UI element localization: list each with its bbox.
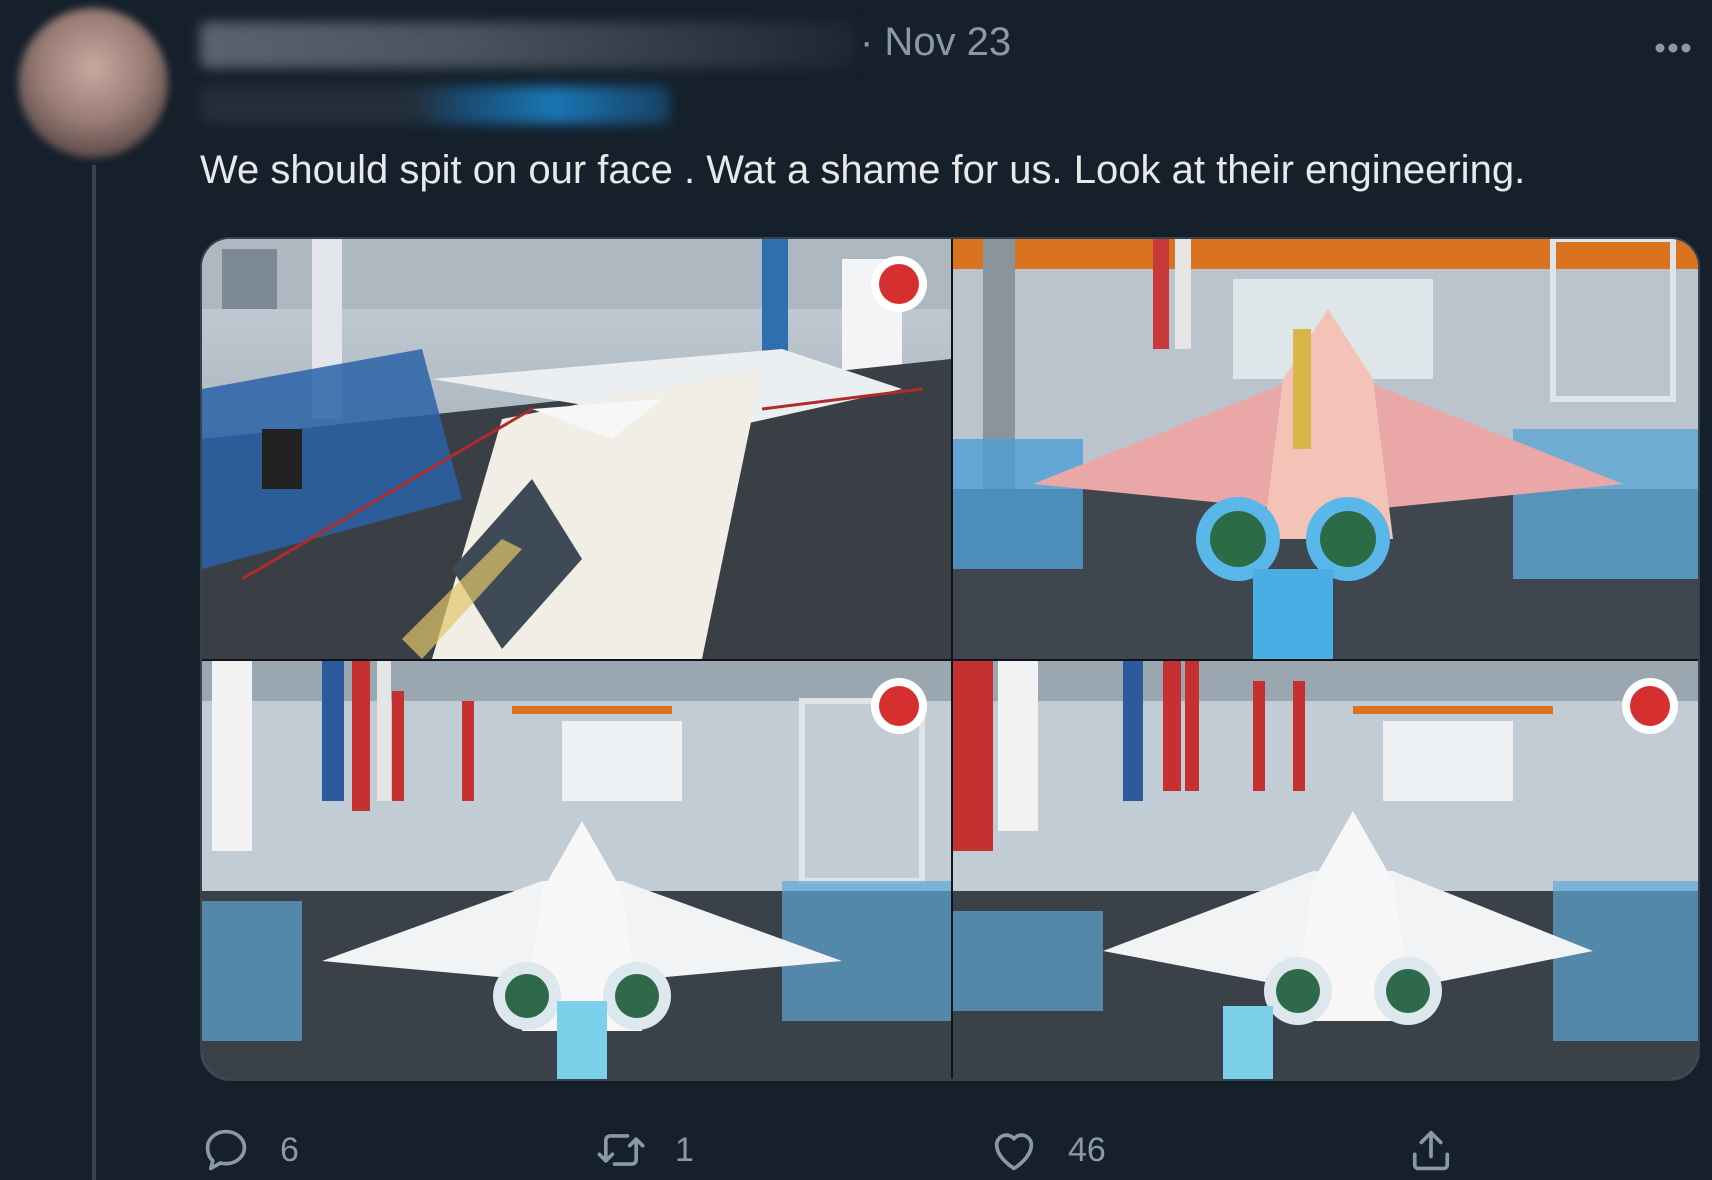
media-photo-3[interactable] (202, 661, 951, 1079)
reply-count: 6 (280, 1130, 299, 1169)
reply-context-redacted (200, 86, 670, 124)
retweet-icon (597, 1134, 645, 1166)
avatar[interactable] (18, 8, 168, 158)
tweet[interactable]: · Nov 23 We should spit on our face . Wa… (0, 0, 1712, 1180)
media-grid[interactable] (200, 237, 1700, 1081)
like-button[interactable]: 46 (988, 1120, 1106, 1180)
tweet-header: · Nov 23 (200, 14, 1700, 74)
media-photo-2[interactable] (953, 239, 1698, 659)
retweet-count: 1 (675, 1130, 694, 1169)
tweet-text: We should spit on our face . Wat a shame… (200, 148, 1526, 192)
reply-icon (205, 1129, 247, 1171)
tweet-actions: 6 1 46 (200, 1120, 1510, 1180)
thread-line (92, 165, 96, 1180)
media-photo-1[interactable] (202, 239, 951, 659)
share-icon (1412, 1130, 1450, 1171)
share-button[interactable] (1405, 1120, 1457, 1180)
more-horizontal-icon[interactable] (1648, 24, 1698, 64)
media-photo-4[interactable] (953, 661, 1698, 1079)
heart-icon (994, 1133, 1034, 1171)
retweet-button[interactable]: 1 (595, 1120, 694, 1180)
author-name-redacted[interactable] (200, 22, 855, 68)
reply-button[interactable]: 6 (200, 1120, 299, 1180)
like-count: 46 (1068, 1130, 1106, 1169)
tweet-timestamp[interactable]: · Nov 23 (860, 14, 1011, 70)
